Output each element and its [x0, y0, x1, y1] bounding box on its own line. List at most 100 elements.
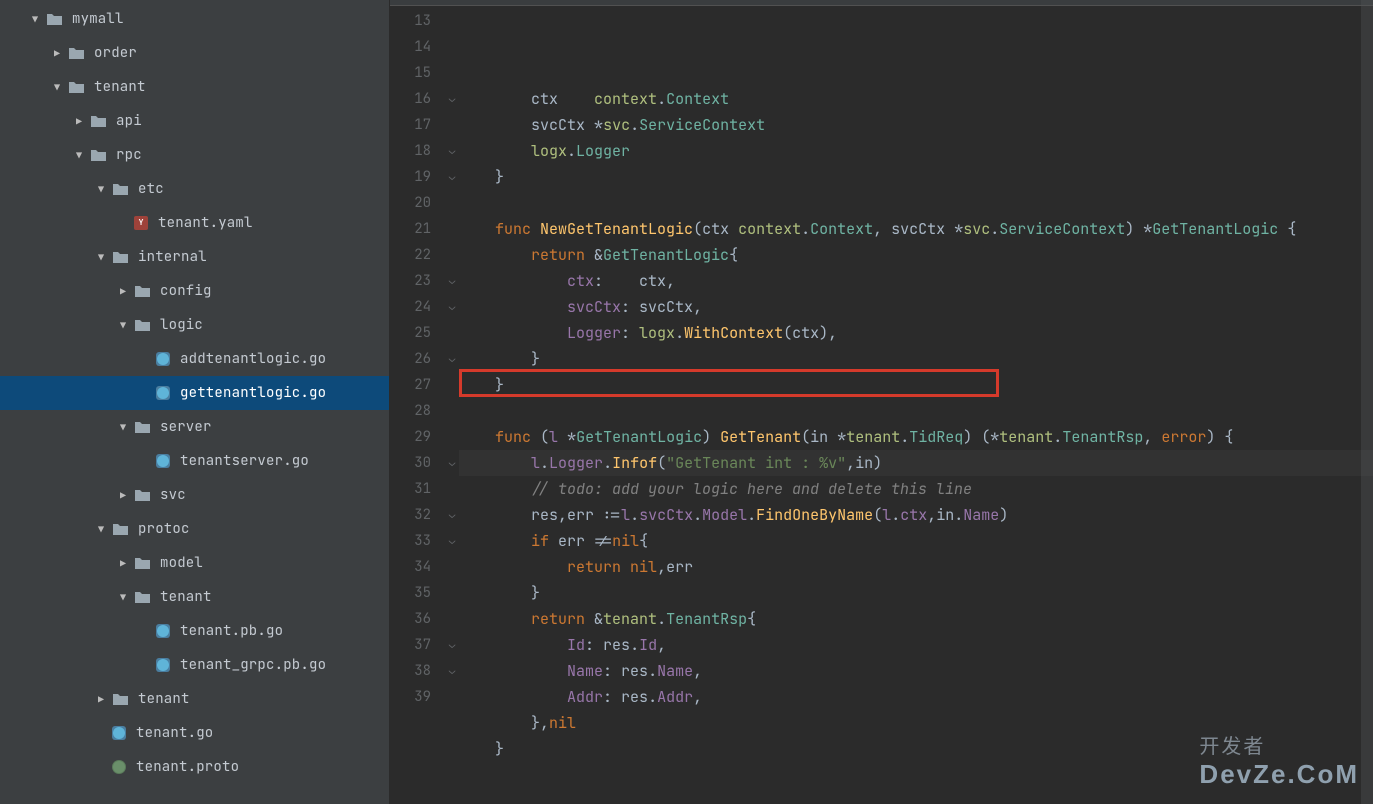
- expand-arrow-icon[interactable]: ▼: [94, 250, 108, 264]
- file-tree[interactable]: ▼mymall▶order ▼ tenant ▶api▼rpc▼etc▶Ytenant…: [0, 0, 390, 804]
- tree-folder[interactable]: ▶svc: [0, 478, 389, 512]
- tree-file[interactable]: ▶tenantserver.go: [0, 444, 389, 478]
- code-line[interactable]: func (l *GetTenantLogic) GetTenant(in *t…: [459, 424, 1373, 450]
- folder-icon: [134, 487, 150, 503]
- fold-marker[interactable]: ⌄: [445, 658, 459, 684]
- tree-item-label: tenant.pb.go: [180, 622, 283, 640]
- gofile-icon: [156, 352, 170, 366]
- code-line[interactable]: Name: res.Name,: [459, 658, 1373, 684]
- editor-scrollbar[interactable]: [1361, 0, 1373, 804]
- tree-folder[interactable]: ▶config: [0, 274, 389, 308]
- line-number: 19: [390, 164, 445, 190]
- code-line[interactable]: [459, 398, 1373, 424]
- code-line[interactable]: }: [459, 164, 1373, 190]
- tree-folder[interactable]: ▶order: [0, 36, 389, 70]
- expand-arrow-icon[interactable]: ▼: [116, 590, 130, 604]
- line-number: 18: [390, 138, 445, 164]
- fold-marker[interactable]: ⌄: [445, 450, 459, 476]
- code-line[interactable]: l.Logger.Infof("GetTenant int : %v",in): [459, 450, 1373, 476]
- tree-file[interactable]: ▶addtenantlogic.go: [0, 342, 389, 376]
- tree-file[interactable]: ▶tenant_grpc.pb.go: [0, 648, 389, 682]
- fold-marker: [445, 34, 459, 60]
- expand-arrow-icon[interactable]: ▼: [50, 80, 64, 94]
- code-line[interactable]: svcCtx *svc.ServiceContext: [459, 112, 1373, 138]
- tree-folder[interactable]: ▼internal: [0, 240, 389, 274]
- line-number: 30: [390, 450, 445, 476]
- tree-folder[interactable]: ▶tenant: [0, 682, 389, 716]
- tree-item-label: tenant.yaml: [158, 214, 253, 232]
- fold-gutter[interactable]: ⌄⌄⌄⌄⌄⌄⌄⌄⌄⌄⌄: [445, 6, 459, 804]
- tree-file[interactable]: ▶gettenantlogic.go: [0, 376, 389, 410]
- expand-arrow-icon[interactable]: ▶: [72, 114, 86, 128]
- code-line[interactable]: logx.Logger: [459, 138, 1373, 164]
- tree-folder[interactable]: ▶api: [0, 104, 389, 138]
- code-line[interactable]: Addr: res.Addr,: [459, 684, 1373, 710]
- code-line[interactable]: return &tenant.TenantRsp{: [459, 606, 1373, 632]
- code-editor[interactable]: 1314151617181920212223242526272829303132…: [390, 0, 1373, 804]
- code-line[interactable]: Id: res.Id,: [459, 632, 1373, 658]
- fold-marker[interactable]: ⌄: [445, 294, 459, 320]
- code-line[interactable]: func NewGetTenantLogic(ctx context.Conte…: [459, 216, 1373, 242]
- folder-icon: [68, 45, 84, 61]
- tree-folder[interactable]: ▼protoc: [0, 512, 389, 546]
- code-line[interactable]: return nil,err: [459, 554, 1373, 580]
- gofile-icon: [156, 624, 170, 638]
- code-line[interactable]: svcCtx: svcCtx,: [459, 294, 1373, 320]
- fold-marker[interactable]: ⌄: [445, 632, 459, 658]
- protofile-icon: [112, 760, 126, 774]
- code-text[interactable]: ctx context.Context svcCtx *svc.ServiceC…: [459, 6, 1373, 804]
- expand-arrow-icon[interactable]: ▶: [116, 284, 130, 298]
- expand-arrow-icon[interactable]: ▼: [72, 148, 86, 162]
- fold-marker: [445, 190, 459, 216]
- code-line[interactable]: }: [459, 346, 1373, 372]
- tree-folder[interactable]: ▼mymall: [0, 2, 389, 36]
- tree-item-label: model: [160, 554, 203, 572]
- code-line[interactable]: ctx context.Context: [459, 86, 1373, 112]
- code-line[interactable]: ctx: ctx,: [459, 268, 1373, 294]
- expand-arrow-icon[interactable]: ▼: [28, 12, 42, 26]
- tree-folder[interactable]: ▼server: [0, 410, 389, 444]
- expand-arrow-icon[interactable]: ▶: [94, 692, 108, 706]
- tree-file[interactable]: ▶tenant.pb.go: [0, 614, 389, 648]
- fold-marker[interactable]: ⌄: [445, 138, 459, 164]
- code-line[interactable]: Logger: logx.WithContext(ctx),: [459, 320, 1373, 346]
- tree-folder[interactable]: ▼rpc: [0, 138, 389, 172]
- tree-file[interactable]: ▶tenant.go: [0, 716, 389, 750]
- code-line[interactable]: if err !=nil{: [459, 528, 1373, 554]
- folder-icon: [46, 11, 62, 27]
- expand-arrow-icon[interactable]: ▼: [94, 522, 108, 536]
- expand-arrow-icon[interactable]: ▼: [116, 318, 130, 332]
- tree-folder[interactable]: ▼etc: [0, 172, 389, 206]
- tree-file[interactable]: ▶tenant.proto: [0, 750, 389, 784]
- expand-arrow-icon[interactable]: ▶: [116, 556, 130, 570]
- tree-folder[interactable]: ▼ logic: [0, 308, 389, 342]
- code-line[interactable]: [459, 190, 1373, 216]
- code-line[interactable]: }: [459, 736, 1373, 762]
- code-line[interactable]: },nil: [459, 710, 1373, 736]
- folder-icon: [134, 555, 150, 571]
- code-line[interactable]: return &GetTenantLogic{: [459, 242, 1373, 268]
- tree-item-label: tenant: [94, 78, 146, 96]
- fold-marker[interactable]: ⌄: [445, 86, 459, 112]
- fold-marker[interactable]: ⌄: [445, 502, 459, 528]
- fold-marker: [445, 398, 459, 424]
- code-line[interactable]: }: [459, 580, 1373, 606]
- fold-marker[interactable]: ⌄: [445, 164, 459, 190]
- code-line[interactable]: res,err :=l.svcCtx.Model.FindOneByName(l…: [459, 502, 1373, 528]
- tree-folder[interactable]: ▼tenant: [0, 580, 389, 614]
- code-line[interactable]: // todo: add your logic here and delete …: [459, 476, 1373, 502]
- fold-marker[interactable]: ⌄: [445, 346, 459, 372]
- expand-arrow-icon[interactable]: ▼: [116, 420, 130, 434]
- expand-arrow-icon[interactable]: ▼: [94, 182, 108, 196]
- expand-arrow-icon[interactable]: ▶: [50, 46, 64, 60]
- expand-arrow-icon[interactable]: ▶: [116, 488, 130, 502]
- line-number: 15: [390, 60, 445, 86]
- fold-marker[interactable]: ⌄: [445, 528, 459, 554]
- fold-marker[interactable]: ⌄: [445, 268, 459, 294]
- code-line[interactable]: [459, 762, 1373, 788]
- code-line[interactable]: }: [459, 372, 1373, 398]
- tree-folder[interactable]: ▼ tenant: [0, 70, 389, 104]
- tree-item-label: logic: [160, 316, 203, 334]
- tree-file[interactable]: ▶Ytenant.yaml: [0, 206, 389, 240]
- tree-folder[interactable]: ▶ model: [0, 546, 389, 580]
